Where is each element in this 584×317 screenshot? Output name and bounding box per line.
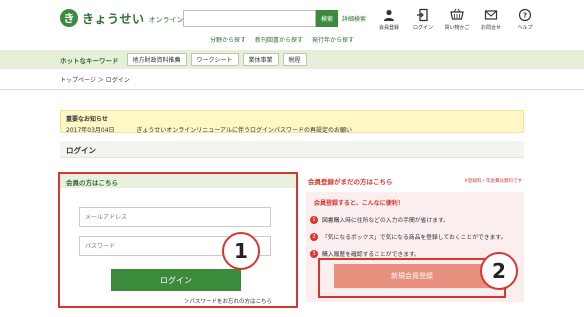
search-input[interactable] (183, 10, 316, 27)
register-header: 会員登録がまだの方はこちら ※登録料・年会費は無料です (306, 174, 524, 188)
notice-date: 2017年03月04日 (66, 127, 115, 134)
login-nav-label: ログイン (412, 25, 433, 31)
number-badge-icon: 3 (310, 249, 318, 258)
search-link-year[interactable]: 発行年から探す (312, 35, 354, 44)
detail-search-link[interactable]: 詳細検索 (342, 14, 366, 23)
benefit-text: 「気になるボックス」で気になる商品を登録しておくことができます。 (322, 235, 507, 241)
svg-text:?: ? (523, 12, 527, 20)
breadcrumb: トップページ ＞ ログイン (60, 77, 130, 84)
search-link-new[interactable]: 新刊図書から探す (255, 35, 303, 44)
keyword-tag[interactable]: ワークシート (190, 53, 239, 66)
benefit-title: 会員登録すると、こんなに便利！ (314, 200, 404, 207)
notice-title: 重要なお知らせ (66, 116, 108, 123)
callout-circle-1: 1 (222, 232, 260, 270)
mail-icon (484, 10, 498, 20)
cart-nav[interactable]: 買い物かご (440, 8, 474, 31)
benefit-text: 図書購入時に住所などの入力の手間が省けます。 (322, 218, 449, 224)
register-nav[interactable]: 会員登録 (372, 8, 406, 31)
member-login-panel: 会員の方はこちら ログイン ＞パスワードをお忘れの方はこちら (58, 172, 298, 308)
contact-nav-label: お問合せ (480, 25, 501, 31)
cart-icon (450, 8, 464, 20)
search-links: 分野から探す 新刊図書から探す 発行年から探す (210, 35, 354, 44)
benefit-item: 1 図書購入時に住所などの入力の手間が省けます。 (310, 215, 449, 224)
keyword-tag[interactable]: 地方財政資料推薦 (126, 53, 187, 66)
breadcrumb-divider (0, 89, 584, 90)
register-nav-label: 会員登録 (378, 25, 399, 31)
site-logo[interactable]: き きょうせい オンライン (60, 9, 184, 27)
benefit-item: 3 購入履歴を確認することができます。 (310, 249, 420, 258)
keyword-tag[interactable]: 税程 (282, 53, 307, 66)
contact-nav[interactable]: お問合せ (474, 8, 508, 31)
hot-keyword-label: ホットなキーワード (60, 56, 119, 65)
search-link-field[interactable]: 分野から探す (210, 35, 246, 44)
register-button-highlight: 新規会員登録 (318, 258, 506, 298)
login-door-icon (417, 8, 428, 22)
notice-link[interactable]: ぎょうせいオンラインリニューアルに伴うログインパスワードの再設定のお願い (137, 125, 352, 134)
benefit-text: 購入履歴を確認することができます。 (322, 252, 420, 258)
number-badge-icon: 2 (310, 232, 318, 241)
register-fee-note: ※登録料・年会費は無料です (464, 179, 522, 184)
important-notice: 重要なお知らせ 2017年03月04日 ぎょうせいオンラインリニューアルに伴うロ… (60, 110, 524, 134)
search-button[interactable]: 検索 (316, 10, 338, 27)
number-badge-icon: 1 (310, 215, 318, 224)
search-bar: 検索 詳細検索 (183, 10, 366, 27)
cart-nav-label: 買い物かご (444, 25, 470, 31)
callout-circle-2: 2 (480, 252, 518, 290)
register-title: 会員登録がまだの方はこちら (308, 178, 393, 186)
new-member-register-button[interactable]: 新規会員登録 (334, 264, 490, 288)
login-nav[interactable]: ログイン (406, 8, 440, 31)
member-login-header: 会員の方はこちら (60, 174, 296, 188)
help-icon: ? (518, 8, 532, 22)
forgot-password-link[interactable]: ＞パスワードをお忘れの方はこちら (184, 297, 272, 305)
keyword-tag[interactable]: 業体事業 (242, 53, 279, 66)
user-icon (384, 9, 394, 21)
header-icon-nav: 会員登録 ログイン 買い物かご お問合せ ? ヘルプ (372, 8, 542, 31)
page-title: ログイン (60, 141, 524, 158)
help-nav-label: ヘルプ (517, 25, 533, 31)
benefit-item: 2 「気になるボックス」で気になる商品を登録しておくことができます。 (310, 232, 506, 241)
logo-text: きょうせい (82, 11, 145, 26)
hot-keyword-bar: ホットなキーワード 地方財政資料推薦 ワークシート 業体事業 税程 (0, 50, 584, 69)
logo-subtext: オンライン (148, 16, 184, 24)
logo-mark-icon: き (60, 9, 78, 27)
login-button[interactable]: ログイン (111, 269, 241, 291)
email-field[interactable] (79, 207, 271, 227)
help-nav[interactable]: ? ヘルプ (508, 8, 542, 31)
